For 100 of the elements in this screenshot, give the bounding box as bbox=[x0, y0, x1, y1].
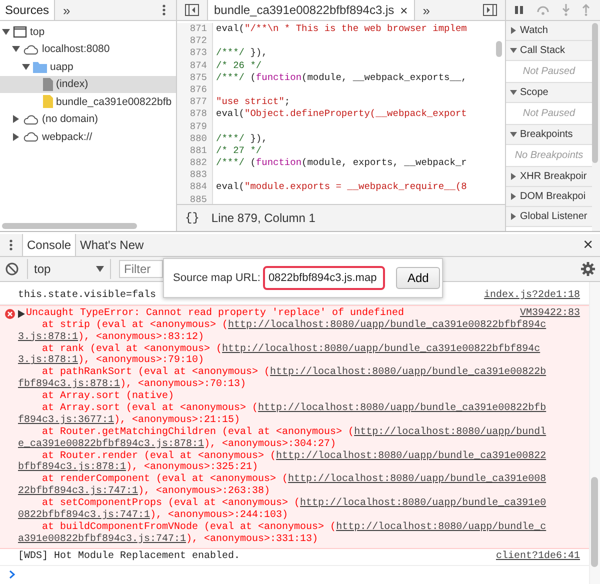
disclosure-triangle-icon[interactable] bbox=[510, 193, 517, 200]
dropdown-caret-icon bbox=[96, 266, 104, 272]
tree-item[interactable]: localhost:8080 bbox=[0, 40, 176, 58]
close-icon[interactable]: × bbox=[400, 2, 408, 18]
disclosure-triangle-icon[interactable] bbox=[510, 47, 517, 54]
disclosure-triangle-icon[interactable] bbox=[510, 27, 517, 34]
source-link[interactable]: http://localhost:8080/uapp/bundle_ca391e008 bbox=[288, 474, 546, 486]
tree-item[interactable]: uapp bbox=[0, 58, 176, 76]
tree-item[interactable]: webpack:// bbox=[0, 128, 176, 146]
source-link[interactable]: e_ca391e00822bfbf894c3.js:878:1 bbox=[18, 438, 204, 451]
section-header[interactable]: XHR Breakpoir bbox=[506, 167, 592, 187]
sidebar-toggle-icon[interactable] bbox=[483, 4, 497, 16]
file-tab[interactable]: bundle_ca391e00822bfbf894c3.js × bbox=[207, 0, 415, 20]
message-text: this.state.visible=fals bbox=[18, 290, 156, 302]
message-text: at Array.sort (native) bbox=[41, 391, 174, 402]
line-number: 873 bbox=[177, 47, 213, 60]
line-number: 880 bbox=[177, 132, 213, 145]
line-number: 885 bbox=[177, 194, 213, 204]
tree-item[interactable]: (no domain) bbox=[0, 110, 176, 128]
section-header[interactable]: Breakpoints bbox=[506, 125, 592, 145]
code-line: /***/ }), bbox=[215, 47, 268, 60]
disclosure-triangle-icon[interactable] bbox=[18, 310, 25, 318]
message-text: ), <anonymous>:244:103) bbox=[150, 510, 288, 522]
disclosure-triangle-icon[interactable] bbox=[510, 89, 517, 96]
message-text: at Array.sort (eval at <anonymous> ( bbox=[41, 403, 258, 414]
filter-field[interactable]: Filter bbox=[119, 260, 163, 278]
source-location-link[interactable]: index.js?2de1:18 bbox=[484, 290, 580, 302]
source-link[interactable]: bfbf894c3.js:878:1 bbox=[18, 462, 126, 474]
more-icon[interactable] bbox=[162, 4, 166, 16]
disclosure-triangle-icon[interactable] bbox=[12, 115, 20, 124]
disclosure-triangle-icon[interactable] bbox=[510, 213, 517, 220]
source-location-link[interactable]: client?1de6:41 bbox=[496, 550, 580, 563]
close-button[interactable]: × bbox=[583, 235, 600, 255]
section-header[interactable]: Global Listener bbox=[506, 207, 592, 227]
scrollbar-thumb[interactable] bbox=[592, 23, 598, 163]
disclosure-triangle-icon[interactable] bbox=[510, 173, 517, 180]
message-text: ), <anonymous>:263:38) bbox=[138, 486, 270, 498]
source-link[interactable]: 22bfbf894c3.js:747:1 bbox=[18, 486, 138, 498]
source-link[interactable]: http://localhost:8080/uapp/bundle_ca391e00822bfbf894c bbox=[222, 344, 540, 356]
disclosure-triangle-icon[interactable] bbox=[510, 131, 517, 138]
source-link[interactable]: http://localhost:8080/uapp/bundle_ca391e00822bfb bbox=[258, 403, 546, 415]
message-text: ), <anonymous>:83:12) bbox=[78, 332, 204, 344]
source-link[interactable]: 3.js:878:1 bbox=[18, 355, 78, 368]
source-link[interactable]: http://localhost:8080/uapp/bundle_c bbox=[336, 522, 546, 534]
source-link[interactable]: http://localhost:8080/uapp/bundl bbox=[354, 426, 546, 439]
source-link[interactable]: http://localhost:8080/uapp/bundle_ca391e00822 bbox=[276, 450, 546, 462]
add-button[interactable]: Add bbox=[396, 267, 440, 289]
source-map-url-field[interactable]: 0822bfbf894c3.js.map bbox=[263, 266, 386, 290]
line-number: 872 bbox=[177, 35, 213, 48]
panel-tab[interactable]: Sources bbox=[0, 0, 56, 20]
pretty-print-button[interactable]: {} bbox=[185, 211, 200, 225]
drawer-tab[interactable]: What's New bbox=[76, 234, 148, 256]
message-text: ), <anonymous>:70:13) bbox=[120, 379, 246, 390]
settings-icon[interactable] bbox=[581, 262, 595, 276]
message-text: at Router.getMatchingChildren (eval at <anonymous> ( bbox=[41, 426, 354, 438]
source-link[interactable]: http://localhost:8080/uapp/bundle_ca391e0 bbox=[300, 498, 546, 510]
more-icon[interactable] bbox=[9, 239, 13, 251]
scrollbar-thumb[interactable] bbox=[2, 222, 137, 228]
source-link[interactable]: f894c3.js:3677:1 bbox=[18, 414, 114, 427]
sidebar-toggle-icon[interactable] bbox=[185, 4, 199, 16]
context-select[interactable]: top bbox=[27, 259, 111, 279]
source-location-link[interactable]: VM39422:83 bbox=[520, 308, 580, 320]
disclosure-triangle-icon[interactable] bbox=[12, 45, 20, 54]
message-text: at rank (eval at <anonymous> ( bbox=[42, 344, 222, 355]
code-line: /***/ (function(module, exports, __webpack_r bbox=[215, 157, 467, 170]
tree-item[interactable]: bundle_ca391e00822bfb bbox=[0, 93, 176, 110]
empty-message: No Breakpoints bbox=[514, 150, 584, 161]
message-text: ), <anonymous>:304:27) bbox=[204, 438, 336, 450]
file-icon bbox=[43, 95, 53, 108]
disclosure-triangle-icon[interactable] bbox=[12, 132, 20, 141]
drawer-tab[interactable]: Console bbox=[22, 234, 76, 256]
more-tabs[interactable]: » bbox=[414, 2, 438, 18]
pause-icon[interactable] bbox=[514, 5, 524, 15]
section-header[interactable]: Call Stack bbox=[506, 41, 592, 61]
message-text: at buildComponentFromVNode (eval at <anonymous> ( bbox=[41, 522, 336, 534]
section-header[interactable]: Watch bbox=[506, 21, 592, 41]
source-link[interactable]: 3.js:878:1 bbox=[18, 332, 78, 344]
tree-item[interactable]: top bbox=[0, 23, 176, 40]
cloud-icon bbox=[23, 44, 39, 55]
cloud-icon bbox=[23, 131, 39, 142]
source-link[interactable]: http://localhost:8080/uapp/bundle_ca391e00822b bbox=[270, 367, 546, 380]
clear-console-icon[interactable] bbox=[5, 262, 19, 276]
tree-item[interactable]: (index) bbox=[0, 76, 176, 93]
source-link[interactable]: http://localhost:8080/uapp/bundle_ca391e00822bfbf894c bbox=[228, 320, 546, 332]
section-header[interactable]: DOM Breakpoi bbox=[506, 187, 592, 207]
section-header[interactable]: Scope bbox=[506, 83, 592, 103]
folder-icon bbox=[33, 60, 47, 73]
disclosure-triangle-icon[interactable] bbox=[22, 62, 30, 71]
more-tabs[interactable]: » bbox=[55, 2, 78, 18]
code-line: eval("Object.defineProperty(__webpack_export bbox=[215, 108, 467, 120]
message-text: at pathRankSort (eval at <anonymous> ( bbox=[41, 367, 270, 378]
message-text: at strip (eval at <anonymous> ( bbox=[41, 320, 228, 332]
source-link[interactable]: fbf894c3.js:878:1 bbox=[18, 379, 120, 392]
disclosure-triangle-icon[interactable] bbox=[2, 28, 10, 36]
source-link[interactable]: a391e00822bfbf894c3.js:747:1 bbox=[18, 534, 186, 546]
source-link[interactable]: 0822bfbf894c3.js:747:1 bbox=[18, 510, 150, 522]
scrollbar-thumb[interactable] bbox=[496, 41, 502, 57]
scrollbar-thumb[interactable] bbox=[591, 477, 598, 567]
cursor-position: Line 879, Column 1 bbox=[211, 211, 316, 225]
code-line: /* 26 */ bbox=[215, 60, 262, 72]
